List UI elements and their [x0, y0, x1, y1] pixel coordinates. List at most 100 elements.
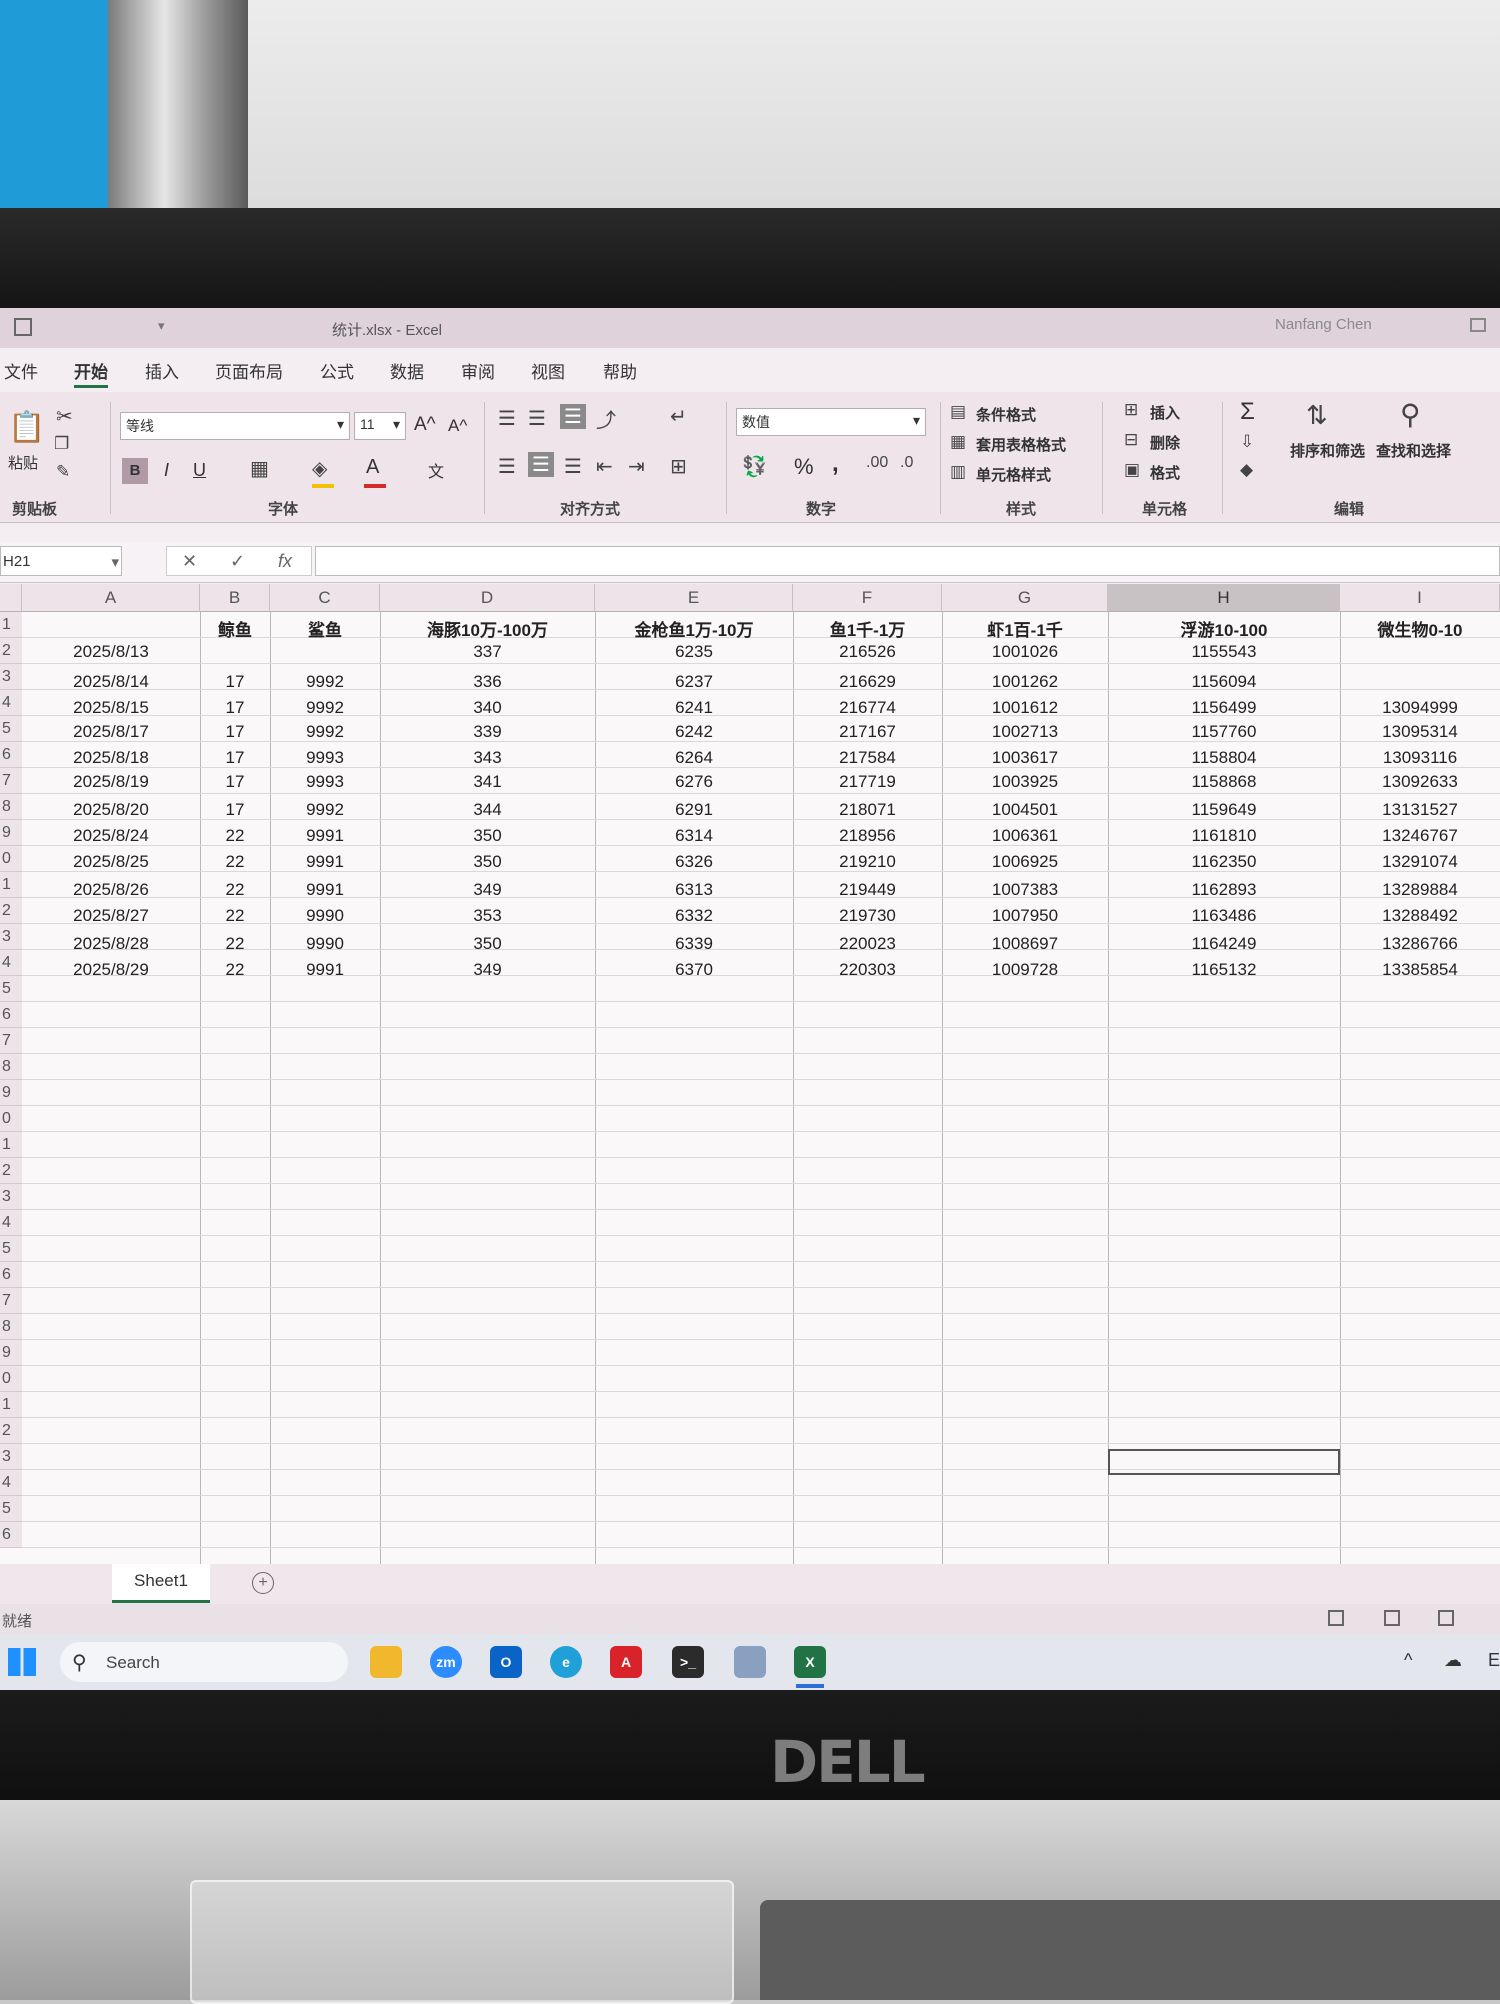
date-cell[interactable]: 2025/8/24	[22, 826, 200, 846]
row-header[interactable]: 2	[0, 638, 22, 664]
data-cell[interactable]: 6276	[595, 772, 793, 792]
date-cell[interactable]: 2025/8/29	[22, 960, 200, 980]
insert-function-icon[interactable]: fx	[278, 551, 292, 572]
date-cell[interactable]: 2025/8/27	[22, 906, 200, 926]
orientation-icon[interactable]: ⤴	[596, 404, 616, 433]
data-cell[interactable]: 218071	[793, 800, 942, 820]
tray-chevron-up-icon[interactable]: ^	[1404, 1650, 1412, 1671]
align-right-icon[interactable]: ☰	[564, 454, 582, 479]
row-header[interactable]: 8	[0, 794, 22, 820]
row-header[interactable]: 6	[0, 1262, 22, 1288]
data-cell[interactable]: 1164249	[1108, 934, 1340, 954]
data-cell[interactable]: 9992	[270, 722, 380, 742]
column-header-d[interactable]: D	[380, 584, 595, 612]
data-cell[interactable]: 1007383	[942, 880, 1108, 900]
row-header[interactable]: 7	[0, 1028, 22, 1054]
data-cell[interactable]: 1157760	[1108, 722, 1340, 742]
comma-style-button[interactable]: ,	[832, 450, 839, 478]
row-header[interactable]: 6	[0, 1522, 22, 1548]
data-cell[interactable]: 219449	[793, 880, 942, 900]
user-name[interactable]: Nanfang Chen	[1275, 316, 1372, 333]
data-cell[interactable]: 9992	[270, 698, 380, 718]
align-left-icon[interactable]: ☰	[498, 454, 516, 479]
save-icon[interactable]	[14, 318, 32, 336]
format-painter-icon[interactable]: ✎	[56, 462, 70, 482]
data-cell[interactable]: 219210	[793, 852, 942, 872]
decrease-decimal-icon[interactable]: .0	[900, 454, 913, 472]
grow-font-button[interactable]: A^	[414, 414, 436, 436]
row-header[interactable]: 1	[0, 872, 22, 898]
data-cell[interactable]: 217167	[793, 722, 942, 742]
data-cell[interactable]: 9991	[270, 852, 380, 872]
data-cell[interactable]: 218956	[793, 826, 942, 846]
row-header[interactable]: 4	[0, 950, 22, 976]
data-cell[interactable]: 1008697	[942, 934, 1108, 954]
row-header[interactable]: 3	[0, 1184, 22, 1210]
data-cell[interactable]: 6370	[595, 960, 793, 980]
data-cell[interactable]: 216774	[793, 698, 942, 718]
data-cell[interactable]: 13093116	[1340, 748, 1500, 768]
data-cell[interactable]: 6339	[595, 934, 793, 954]
taskbar-search[interactable]: ⚲ Search	[60, 1642, 348, 1682]
data-cell[interactable]: 1009728	[942, 960, 1108, 980]
row-header[interactable]: 6	[0, 742, 22, 768]
data-cell[interactable]: 1004501	[942, 800, 1108, 820]
column-header-f[interactable]: F	[793, 584, 942, 612]
data-cell[interactable]: 337	[380, 642, 595, 662]
align-bottom-icon[interactable]: ☰	[560, 404, 586, 429]
fill-color-icon[interactable]: ◈	[312, 456, 327, 481]
decrease-indent-icon[interactable]: ⇤	[596, 454, 613, 479]
row-header[interactable]: 0	[0, 846, 22, 872]
column-header-e[interactable]: E	[595, 584, 793, 612]
data-cell[interactable]: 6313	[595, 880, 793, 900]
tab-review[interactable]: 审阅	[461, 358, 495, 383]
font-color-button[interactable]: A	[366, 456, 379, 479]
data-cell[interactable]: 6314	[595, 826, 793, 846]
italic-button[interactable]: I	[164, 460, 169, 481]
acrobat-icon[interactable]: A	[610, 1646, 642, 1678]
row-header[interactable]: 5	[0, 976, 22, 1002]
tab-file[interactable]: 文件	[4, 358, 38, 383]
column-header-c[interactable]: C	[270, 584, 380, 612]
header-cell-c[interactable]: 鲨鱼	[270, 616, 380, 641]
add-sheet-icon[interactable]: +	[252, 1572, 274, 1594]
row-header[interactable]: 9	[0, 1340, 22, 1366]
autosum-button[interactable]: Σ	[1240, 398, 1255, 426]
column-header-h[interactable]: H	[1108, 584, 1340, 612]
data-cell[interactable]: 1162893	[1108, 880, 1340, 900]
borders-icon[interactable]: ▦	[250, 456, 269, 481]
data-cell[interactable]: 17	[200, 698, 270, 718]
data-cell[interactable]: 219730	[793, 906, 942, 926]
data-cell[interactable]: 353	[380, 906, 595, 926]
wrap-text-icon[interactable]: ↵	[670, 404, 687, 429]
data-cell[interactable]: 9991	[270, 880, 380, 900]
row-header[interactable]: 5	[0, 1236, 22, 1262]
date-cell[interactable]: 2025/8/28	[22, 934, 200, 954]
row-header[interactable]: 3	[0, 924, 22, 950]
row-header[interactable]: 9	[0, 1080, 22, 1106]
format-cells-button[interactable]: 格式	[1150, 462, 1180, 483]
data-cell[interactable]: 22	[200, 906, 270, 926]
data-cell[interactable]: 9991	[270, 826, 380, 846]
data-cell[interactable]: 217719	[793, 772, 942, 792]
conditional-format-button[interactable]: 条件格式	[976, 404, 1036, 425]
data-cell[interactable]: 1159649	[1108, 800, 1340, 820]
data-cell[interactable]: 350	[380, 934, 595, 954]
cloud-offline-icon[interactable]: ☁	[1444, 1650, 1462, 1671]
outlook-icon[interactable]: O	[490, 1646, 522, 1678]
header-cell-e[interactable]: 金枪鱼1万-10万	[595, 616, 793, 641]
header-cell-f[interactable]: 鱼1千-1万	[793, 616, 942, 641]
shrink-font-button[interactable]: A^	[448, 416, 467, 436]
data-cell[interactable]: 17	[200, 772, 270, 792]
column-header-g[interactable]: G	[942, 584, 1108, 612]
file-explorer-icon[interactable]	[370, 1646, 402, 1678]
data-cell[interactable]: 9993	[270, 772, 380, 792]
selected-cell-h21[interactable]	[1108, 1449, 1340, 1475]
data-cell[interactable]: 6242	[595, 722, 793, 742]
row-header[interactable]: 4	[0, 1470, 22, 1496]
tab-view[interactable]: 视图	[531, 358, 565, 383]
normal-view-icon[interactable]	[1328, 1610, 1344, 1626]
data-cell[interactable]: 9991	[270, 960, 380, 980]
data-cell[interactable]: 17	[200, 672, 270, 692]
accounting-format-icon[interactable]: 💱	[742, 454, 767, 479]
